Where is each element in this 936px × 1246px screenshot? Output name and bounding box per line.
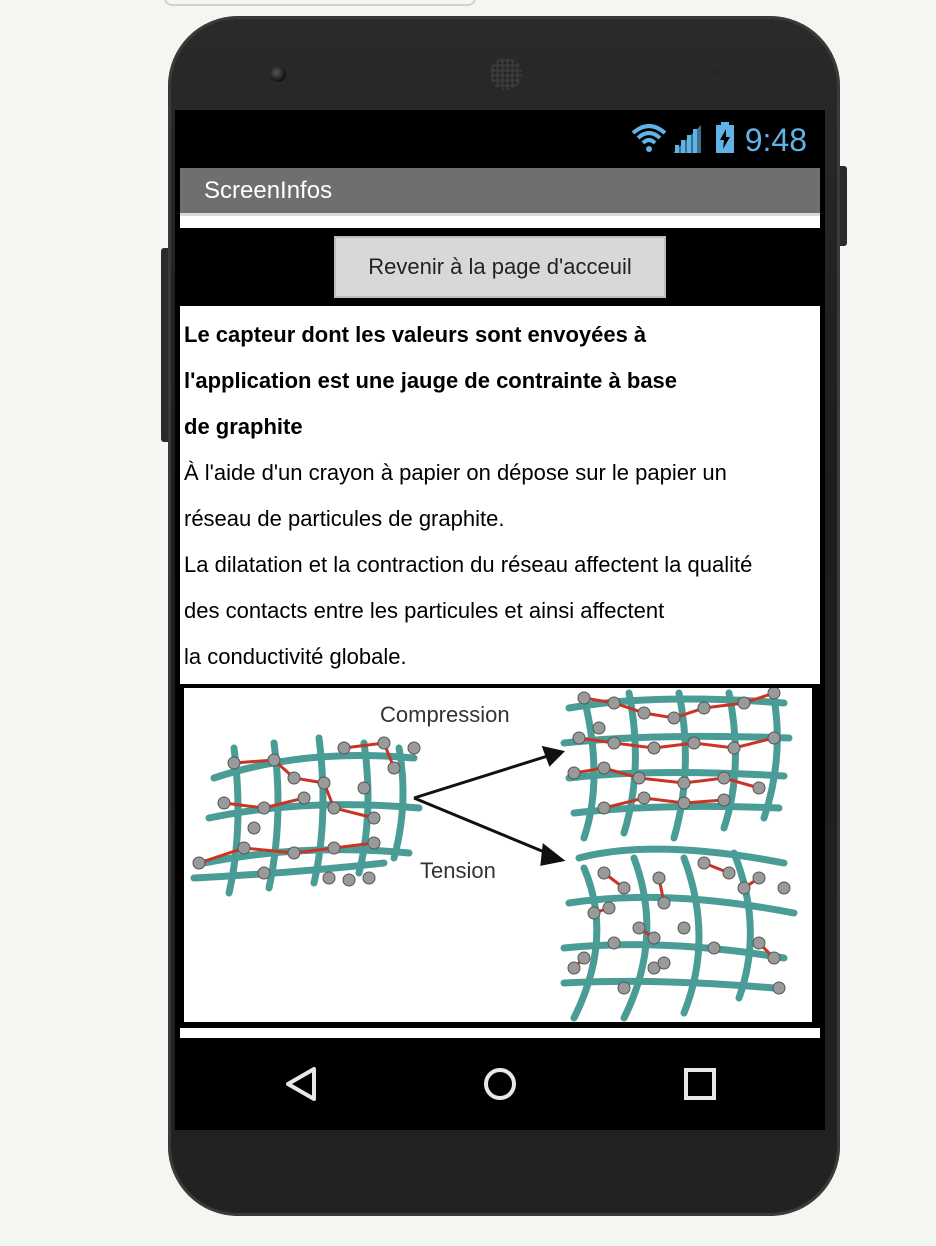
tension-label: Tension xyxy=(420,858,496,883)
phone-screen: 9:48 ScreenInfos Revenir à la page d'acc… xyxy=(175,110,825,1130)
wifi-icon xyxy=(631,123,667,158)
page-title: ScreenInfos xyxy=(204,177,333,204)
arrows xyxy=(413,745,566,866)
button-row: Revenir à la page d'acceuil xyxy=(180,228,820,304)
power-button xyxy=(839,166,847,246)
description-line: réseau de particules de graphite. xyxy=(184,506,505,531)
description-heading-line: Le capteur dont les valeurs sont envoyée… xyxy=(184,322,647,347)
description-line: la conductivité globale. xyxy=(184,644,407,669)
status-icons: 9:48 xyxy=(631,120,807,160)
navigation-bar xyxy=(175,1038,825,1130)
description-line: À l'aide d'un crayon à papier on dépose … xyxy=(184,460,727,485)
divider xyxy=(180,216,820,228)
status-time: 9:48 xyxy=(744,121,807,158)
back-triangle-icon[interactable] xyxy=(273,1056,329,1112)
description-heading-line: de graphite xyxy=(184,414,303,439)
front-camera xyxy=(270,66,286,82)
divider xyxy=(180,1028,820,1038)
back-to-home-button[interactable]: Revenir à la page d'acceuil xyxy=(334,236,666,298)
recents-square-icon[interactable] xyxy=(672,1056,728,1112)
stretched-network xyxy=(560,845,798,1022)
battery-charging-icon xyxy=(715,121,735,159)
browser-tab-edge xyxy=(164,0,476,6)
figure-svg: Compression Tension xyxy=(190,688,798,1022)
status-bar: 9:48 xyxy=(175,110,825,168)
description-heading-line: l'application est une jauge de contraint… xyxy=(184,368,678,393)
compression-label: Compression xyxy=(380,702,510,727)
app-title-bar: ScreenInfos xyxy=(180,168,820,216)
home-circle-icon[interactable] xyxy=(472,1056,528,1112)
signal-icon xyxy=(672,123,701,158)
description-line: La dilatation et la contraction du résea… xyxy=(184,552,753,577)
proximity-sensor xyxy=(712,68,724,76)
earpiece-speaker xyxy=(490,58,522,90)
compressed-network xyxy=(560,688,793,842)
figure-frame: Compression Tension xyxy=(180,684,820,1028)
description-text: Le capteur dont les valeurs sont envoyée… xyxy=(180,306,820,684)
graphite-network-figure: Compression Tension xyxy=(184,688,812,1022)
description-line: des contacts entre les particules et ain… xyxy=(184,598,665,623)
relaxed-network xyxy=(190,734,423,897)
